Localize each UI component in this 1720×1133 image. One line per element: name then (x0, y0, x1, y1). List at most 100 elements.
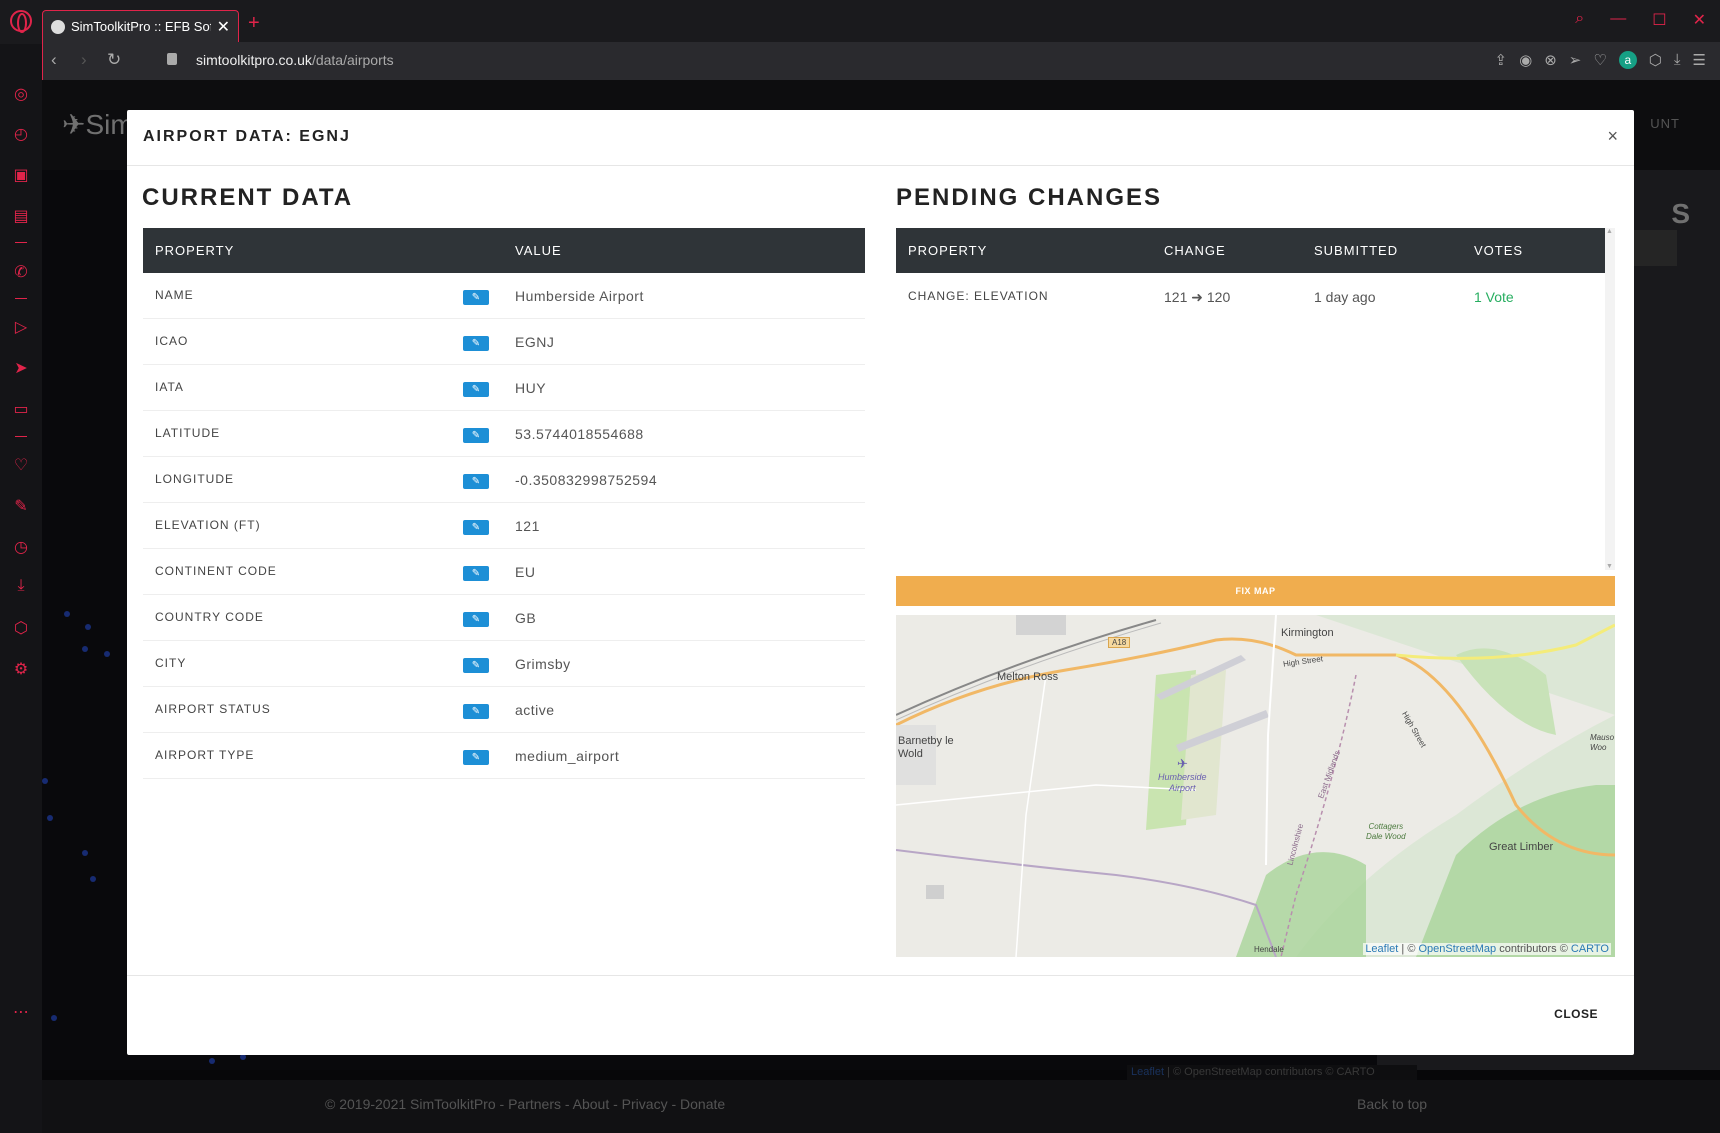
row-property: AIRPORT TYPE (155, 748, 255, 762)
send-sidebar-icon[interactable]: ➤ (11, 358, 31, 377)
row-property: LONGITUDE (155, 472, 235, 486)
table-row: CITY ✎ Grimsby (143, 641, 865, 687)
edit-icon[interactable]: ✎ (463, 428, 489, 443)
wallet-icon[interactable]: ▭ (11, 399, 31, 418)
table-row: LONGITUDE ✎ -0.350832998752594 (143, 457, 865, 503)
edit-sidebar-icon[interactable]: ✎ (11, 496, 31, 515)
tab-title: SimToolkitPro :: EFB Softwa (71, 19, 211, 34)
url-path: /data/airports (311, 52, 394, 68)
history-icon[interactable]: ◷ (11, 537, 31, 556)
vote-link[interactable]: 1 Vote (1474, 289, 1514, 305)
tab-close-icon[interactable]: ✕ (217, 17, 230, 37)
extension-a-icon[interactable]: a (1618, 51, 1637, 69)
reload-icon[interactable]: ↻ (107, 50, 121, 70)
pending-change: 121 ➜ 120 (1164, 289, 1231, 305)
airport-map[interactable]: Kirmington Melton Ross Barnetby le Wold … (896, 615, 1615, 957)
cube-icon[interactable]: ⬡ (11, 618, 31, 637)
pending-changes-heading: PENDING CHANGES (896, 184, 1163, 211)
browser-tab[interactable]: SimToolkitPro :: EFB Softwa ✕ (42, 10, 239, 42)
table-header: PROPERTY CHANGE SUBMITTED VOTES (896, 228, 1605, 273)
pending-scrollbar[interactable] (1605, 228, 1615, 570)
extensions-icon[interactable]: ⬡ (1649, 51, 1662, 69)
adblock-icon[interactable]: ⊗ (1544, 51, 1557, 69)
row-value: EGNJ (515, 334, 555, 350)
leaflet-link[interactable]: Leaflet (1365, 943, 1398, 955)
row-property: COUNTRY CODE (155, 610, 264, 624)
table-row: NAME ✎ Humberside Airport (143, 273, 865, 319)
opera-menu-icon[interactable] (10, 10, 32, 33)
snapshot-icon[interactable]: ◉ (1519, 51, 1532, 69)
map-label-melton-ross: Melton Ross (997, 671, 1059, 683)
sidebar-separator (15, 298, 27, 299)
player-icon[interactable]: ▷ (11, 317, 31, 336)
browser-sidebar: ◎ ◴ ▣ ▤ ✆ ▷ ➤ ▭ ♡ ✎ ◷ ⤓ ⬡ ⚙ ⋯ (0, 44, 42, 1133)
column-header-property: PROPERTY (155, 243, 235, 258)
new-tab-button[interactable]: + (248, 12, 260, 35)
modal-close-icon[interactable]: × (1607, 126, 1618, 147)
more-icon[interactable]: ⋯ (11, 1002, 31, 1021)
pending-submitted: 1 day ago (1314, 289, 1376, 305)
row-value: 121 (515, 518, 540, 534)
url-field[interactable]: simtoolkitpro.co.uk/data/airports (196, 52, 394, 68)
search-tabs-icon[interactable]: ⌕ (1575, 10, 1584, 30)
row-property: CITY (155, 656, 187, 670)
table-row: IATA ✎ HUY (143, 365, 865, 411)
osm-link[interactable]: OpenStreetMap (1418, 943, 1496, 955)
airport-plane-icon: ✈ (1177, 756, 1188, 771)
edit-icon[interactable]: ✎ (463, 290, 489, 305)
edit-icon[interactable]: ✎ (463, 750, 489, 765)
back-icon[interactable]: ‹ (51, 50, 57, 70)
close-window-icon[interactable]: ✕ (1693, 10, 1706, 30)
edit-icon[interactable]: ✎ (463, 336, 489, 351)
row-value: EU (515, 564, 536, 580)
minimize-icon[interactable]: — (1610, 10, 1626, 30)
edit-icon[interactable]: ✎ (463, 566, 489, 581)
maximize-icon[interactable]: ☐ (1652, 10, 1666, 30)
bag-icon[interactable]: ▣ (11, 165, 31, 184)
pending-property: CHANGE: ELEVATION (908, 289, 1049, 303)
table-row: ICAO ✎ EGNJ (143, 319, 865, 365)
easy-setup-icon[interactable]: ☰ (1693, 51, 1706, 69)
row-property: IATA (155, 380, 184, 394)
forward-icon[interactable]: › (81, 50, 87, 70)
gamepad-icon[interactable]: ◎ (11, 84, 31, 103)
sidebar-separator (15, 242, 27, 243)
settings-icon[interactable]: ⚙ (11, 659, 31, 678)
map-tiles (896, 615, 1615, 957)
close-button[interactable]: CLOSE (1554, 1007, 1598, 1021)
window-controls: ⌕ — ☐ ✕ (1575, 10, 1706, 30)
map-label-barnetby: Barnetby le Wold (898, 735, 954, 760)
sidebar-separator (15, 436, 27, 437)
edit-icon[interactable]: ✎ (463, 474, 489, 489)
favicon-icon (51, 19, 65, 34)
current-data-table: PROPERTY VALUE NAME ✎ Humberside Airport IC… (143, 228, 865, 779)
carto-link[interactable]: CARTO (1571, 943, 1609, 955)
twitch-icon[interactable]: ▤ (11, 206, 31, 225)
send-icon[interactable]: ➢ (1569, 51, 1582, 69)
pending-changes-panel: PROPERTY CHANGE SUBMITTED VOTES CHANGE: … (896, 228, 1615, 570)
fix-map-button[interactable]: FIX MAP (896, 576, 1615, 606)
table-row: CHANGE: ELEVATION 121 ➜ 120 1 day ago 1 Vot… (896, 273, 1605, 319)
column-header-votes: VOTES (1474, 243, 1524, 258)
download-icon[interactable]: ⤓ (1674, 51, 1681, 69)
row-property: ICAO (155, 334, 189, 348)
whatsapp-icon[interactable]: ✆ (11, 262, 31, 281)
table-row: CONTINENT CODE ✎ EU (143, 549, 865, 595)
heart-icon[interactable]: ♡ (1593, 51, 1606, 69)
map-label-mauso: Mauso Woo (1590, 733, 1615, 752)
downloads-sidebar-icon[interactable]: ⤓ (11, 577, 31, 595)
edit-icon[interactable]: ✎ (463, 704, 489, 719)
edit-icon[interactable]: ✎ (463, 612, 489, 627)
pending-changes-table: PROPERTY CHANGE SUBMITTED VOTES CHANGE: … (896, 228, 1605, 319)
edit-icon[interactable]: ✎ (463, 382, 489, 397)
modal-header: AIRPORT DATA: EGNJ × (127, 110, 1634, 166)
row-value: 53.5744018554688 (515, 426, 644, 442)
row-property: NAME (155, 288, 194, 302)
map-label-kirmington: Kirmington (1281, 627, 1334, 639)
map-label-hendale: Hendale (1254, 945, 1284, 954)
heart-sidebar-icon[interactable]: ♡ (11, 455, 31, 474)
speed-dial-icon[interactable]: ◴ (11, 124, 31, 143)
edit-icon[interactable]: ✎ (463, 520, 489, 535)
edit-icon[interactable]: ✎ (463, 658, 489, 673)
share-icon[interactable]: ⇪ (1495, 51, 1508, 69)
